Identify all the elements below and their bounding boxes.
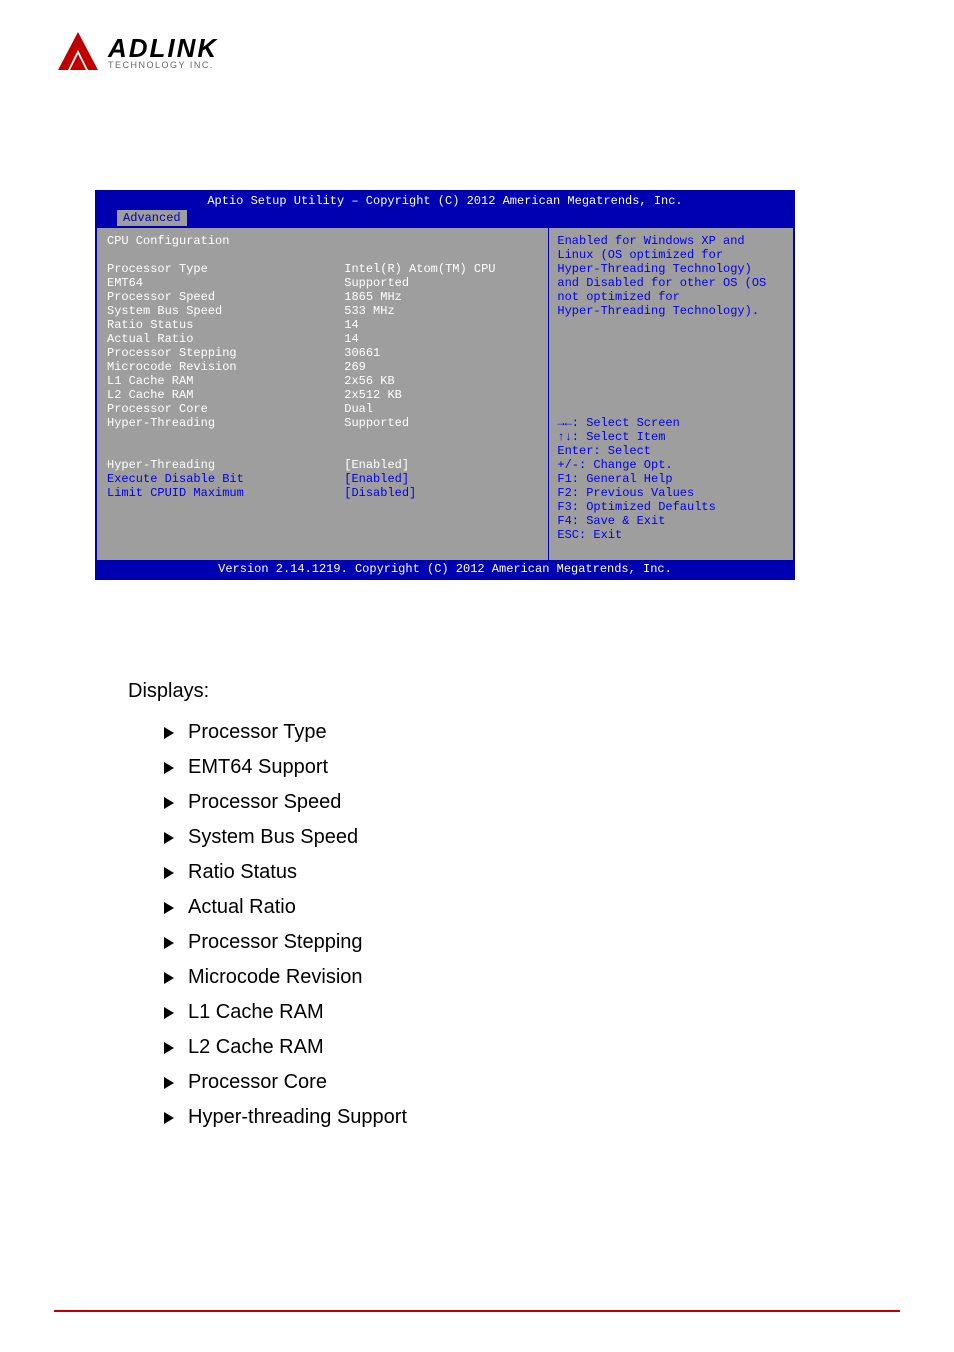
bios-info-value: 269 <box>344 360 538 374</box>
help-line: Enabled for Windows XP and <box>557 234 785 248</box>
page-footer-rule <box>54 1310 900 1312</box>
bios-config-value: [Disabled] <box>344 486 538 500</box>
list-item: Hyper-threading Support <box>164 1106 828 1129</box>
bios-info-label: System Bus Speed <box>107 304 344 318</box>
bios-info-label: Processor Speed <box>107 290 344 304</box>
help-key: +/-: Change Opt. <box>557 458 785 472</box>
brand-tagline: TECHNOLOGY INC. <box>108 61 218 70</box>
list-item: Processor Speed <box>164 791 828 814</box>
bios-info-value: 14 <box>344 332 538 346</box>
triangle-icon <box>164 902 174 914</box>
list-item: Processor Core <box>164 1071 828 1094</box>
list-item: EMT64 Support <box>164 756 828 779</box>
list-item: L1 Cache RAM <box>164 1001 828 1024</box>
help-key: F3: Optimized Defaults <box>557 500 785 514</box>
bios-info-value: Intel(R) Atom(TM) CPU <box>344 262 538 276</box>
help-key: ESC: Exit <box>557 528 785 542</box>
bios-info-label: Microcode Revision <box>107 360 344 374</box>
bios-info-value: 1865 MHz <box>344 290 538 304</box>
doc-list: Processor Type EMT64 Support Processor S… <box>128 721 828 1129</box>
help-key: →←: Select Screen <box>557 416 785 430</box>
bios-info-label: Processor Type <box>107 262 344 276</box>
help-line: Hyper-Threading Technology) <box>557 262 785 276</box>
triangle-icon <box>164 867 174 879</box>
bios-info-value: 2x56 KB <box>344 374 538 388</box>
help-line: Hyper-Threading Technology). <box>557 304 785 318</box>
triangle-icon <box>164 1112 174 1124</box>
triangle-icon <box>164 797 174 809</box>
brand-name: ADLINK <box>108 35 218 61</box>
bios-title: Aptio Setup Utility – Copyright (C) 2012… <box>97 192 793 208</box>
bios-left-pane: CPU Configuration Processor TypeIntel(R)… <box>97 228 549 560</box>
bios-info-value: Supported <box>344 276 538 290</box>
bios-tab-row: Advanced <box>97 208 793 228</box>
help-key: Enter: Select <box>557 444 785 458</box>
bios-info-label: Ratio Status <box>107 318 344 332</box>
bios-tab-advanced: Advanced <box>117 210 187 226</box>
triangle-icon <box>164 1007 174 1019</box>
doc-heading: Displays: <box>128 680 828 703</box>
help-line: and Disabled for other OS (OS <box>557 276 785 290</box>
triangle-icon <box>164 937 174 949</box>
bios-right-pane: Enabled for Windows XP and Linux (OS opt… <box>549 228 793 560</box>
list-item: Processor Stepping <box>164 931 828 954</box>
bios-config-label: Limit CPUID Maximum <box>107 486 344 500</box>
triangle-icon <box>164 1077 174 1089</box>
help-key: ↑↓: Select Item <box>557 430 785 444</box>
bios-info-value: Supported <box>344 416 538 430</box>
logo-mark-icon <box>54 30 102 74</box>
bios-info-label: Processor Core <box>107 402 344 416</box>
list-item: Ratio Status <box>164 861 828 884</box>
help-line: Linux (OS optimized for <box>557 248 785 262</box>
bios-info-label: L2 Cache RAM <box>107 388 344 402</box>
help-key: F1: General Help <box>557 472 785 486</box>
list-item: Actual Ratio <box>164 896 828 919</box>
brand-logo: ADLINK TECHNOLOGY INC. <box>54 30 218 74</box>
bios-section-title: CPU Configuration <box>107 234 538 248</box>
doc-body: Displays: Processor Type EMT64 Support P… <box>128 680 828 1141</box>
bios-footer: Version 2.14.1219. Copyright (C) 2012 Am… <box>97 560 793 578</box>
bios-info-label: Hyper-Threading <box>107 416 344 430</box>
help-key: F2: Previous Values <box>557 486 785 500</box>
bios-info-value: 30661 <box>344 346 538 360</box>
bios-info-value: 2x512 KB <box>344 388 538 402</box>
help-key: F4: Save & Exit <box>557 514 785 528</box>
bios-config-label: Hyper-Threading <box>107 458 344 472</box>
bios-info-value: 533 MHz <box>344 304 538 318</box>
list-item: System Bus Speed <box>164 826 828 849</box>
list-item: L2 Cache RAM <box>164 1036 828 1059</box>
bios-info-label: L1 Cache RAM <box>107 374 344 388</box>
help-line: not optimized for <box>557 290 785 304</box>
bios-info-label: Actual Ratio <box>107 332 344 346</box>
bios-config-value: [Enabled] <box>344 458 538 472</box>
bios-config-label: Execute Disable Bit <box>107 472 344 486</box>
bios-info-label: Processor Stepping <box>107 346 344 360</box>
list-item: Processor Type <box>164 721 828 744</box>
triangle-icon <box>164 972 174 984</box>
triangle-icon <box>164 727 174 739</box>
bios-info-value: Dual <box>344 402 538 416</box>
bios-info-value: 14 <box>344 318 538 332</box>
bios-config-value: [Enabled] <box>344 472 538 486</box>
list-item: Microcode Revision <box>164 966 828 989</box>
triangle-icon <box>164 1042 174 1054</box>
bios-screenshot: Aptio Setup Utility – Copyright (C) 2012… <box>95 190 795 580</box>
bios-info-label: EMT64 <box>107 276 344 290</box>
triangle-icon <box>164 832 174 844</box>
triangle-icon <box>164 762 174 774</box>
